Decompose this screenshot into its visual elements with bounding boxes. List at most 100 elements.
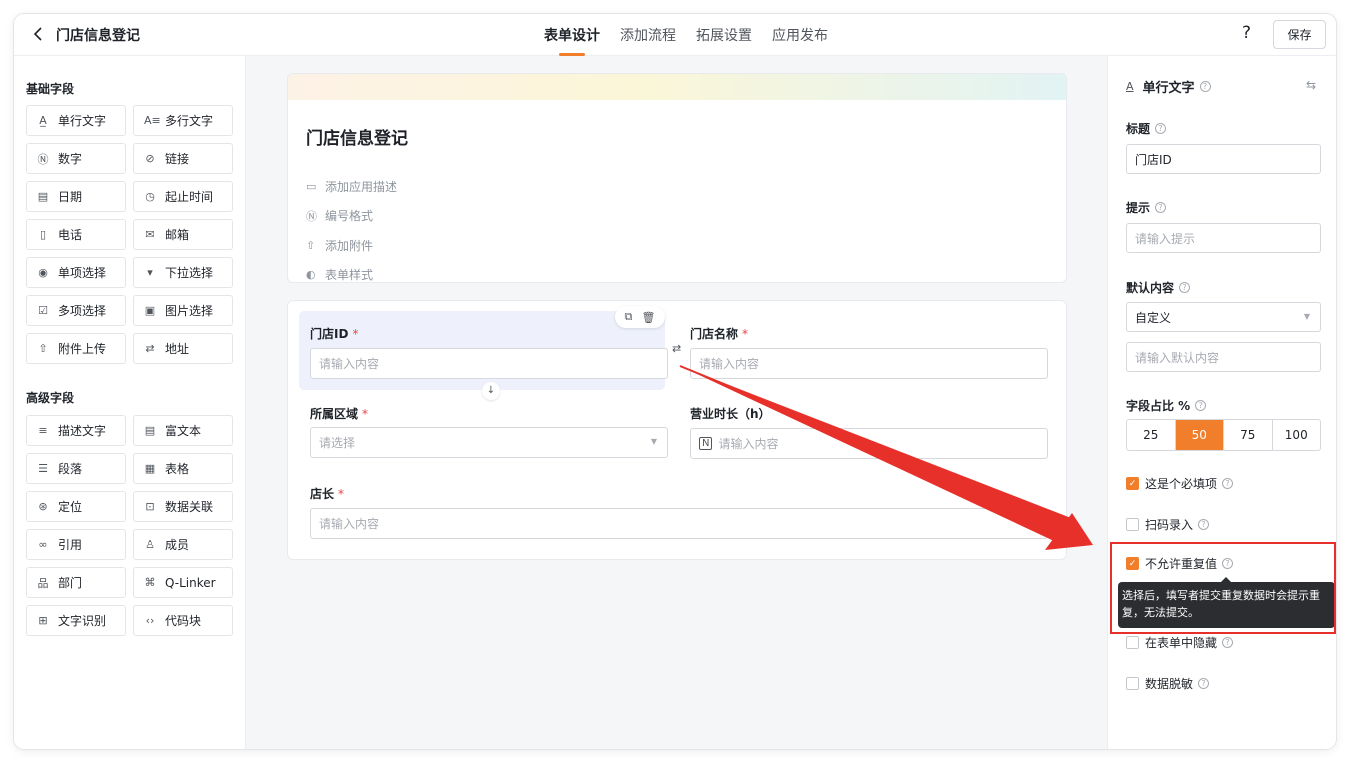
single-line-text-icon: A̲ (39, 114, 47, 127)
question-icon[interactable]: ? (1155, 123, 1167, 134)
palette-field-item[interactable]: ⊡ 数据关联 (133, 491, 233, 522)
delete-icon[interactable]: 🗑 (641, 311, 655, 324)
member-icon: ♙ (145, 538, 155, 551)
back-icon[interactable] (30, 25, 48, 43)
hours-input[interactable]: N 请输入内容 (690, 428, 1048, 459)
store-id-input[interactable]: 请输入内容 (310, 348, 668, 379)
palette-field-item[interactable]: ▤ 日期 (26, 181, 126, 212)
palette-field-item[interactable]: ◉ 单项选择 (26, 257, 126, 288)
tab-app-publish[interactable]: 应用发布 (762, 14, 838, 56)
copy-icon[interactable]: ⧉ (625, 310, 633, 324)
question-icon[interactable]: ? (1222, 478, 1234, 489)
palette-field-label: 表格 (165, 462, 190, 476)
tab-extend-settings[interactable]: 拓展设置 (686, 14, 762, 56)
palette-field-label: 定位 (58, 500, 83, 514)
palette-field-item[interactable]: ⌘ Q-Linker (133, 567, 233, 598)
question-icon[interactable]: ? (1198, 519, 1210, 530)
palette-field-item[interactable]: ▦ 表格 (133, 453, 233, 484)
reference-icon: ∞ (38, 538, 48, 551)
store-name-label: 门店名称 * (690, 327, 749, 341)
ratio-option-50[interactable]: 50 (1175, 420, 1224, 450)
palette-field-item[interactable]: ⊛ 定位 (26, 491, 126, 522)
title-label: 标题? (1126, 120, 1167, 137)
move-down-icon[interactable]: ↓ (482, 382, 500, 400)
palette-field-item[interactable]: ∞ 引用 (26, 529, 126, 560)
switch-type-icon[interactable]: ⇆ (1306, 78, 1316, 92)
palette-field-item[interactable]: ☑ 多项选择 (26, 295, 126, 326)
default-value-input[interactable]: 请输入默认内容 (1126, 342, 1321, 372)
question-icon[interactable]: ? (1195, 400, 1207, 411)
question-icon[interactable]: ? (1198, 678, 1210, 689)
palette-field-item[interactable]: ♙ 成员 (133, 529, 233, 560)
ocr-icon: ⊞ (38, 614, 48, 627)
data-masking-checkbox[interactable]: 数据脱敏? (1126, 675, 1210, 692)
palette-field-item[interactable]: ◷ 起止时间 (133, 181, 233, 212)
department-icon: 品 (37, 576, 49, 590)
ratio-option-75[interactable]: 75 (1224, 420, 1273, 450)
palette-field-item[interactable]: A̲ 单行文字 (26, 105, 126, 136)
field-palette: 基础字段 A̲ 单行文字 A≡ 多行文字 Ⓝ 数字 ⊘ 链接 ▤ 日期 ◷ 起止时间 ▯ 电话 ✉ 邮箱 ◉ 单项… (14, 56, 246, 749)
ratio-option-100[interactable]: 100 (1273, 420, 1321, 450)
number-format-option[interactable]: Ⓝ 编号格式 (306, 207, 373, 224)
add-description-option[interactable]: ▭ 添加应用描述 (306, 178, 397, 195)
palette-field-item[interactable]: ☰ 段落 (26, 453, 126, 484)
scan-input-checkbox[interactable]: 扫码录入? (1126, 516, 1210, 533)
question-icon[interactable]: ? (1179, 282, 1191, 293)
option-label: 编号格式 (325, 209, 374, 223)
palette-field-item[interactable]: ▣ 图片选择 (133, 295, 233, 326)
palette-field-item[interactable]: ≡ 描述文字 (26, 415, 126, 446)
required-checkbox[interactable]: ✓ 这是个必填项? (1126, 475, 1234, 492)
form-style-option[interactable]: ◐ 表单样式 (306, 266, 374, 282)
single-line-text-icon: A (1126, 80, 1134, 93)
palette-field-item[interactable]: ▤ 富文本 (133, 415, 233, 446)
palette-field-label: 邮箱 (165, 228, 190, 242)
option-label: 添加应用描述 (325, 180, 398, 194)
hint-input[interactable]: 请输入提示 (1126, 223, 1321, 253)
store-name-input[interactable]: 请输入内容 (690, 348, 1048, 379)
palette-field-label: 数字 (58, 152, 83, 166)
palette-field-label: 成员 (165, 538, 190, 552)
tab-add-process[interactable]: 添加流程 (610, 14, 686, 56)
palette-field-label: 下拉选择 (165, 266, 214, 280)
option-label: 表单样式 (325, 268, 374, 282)
advanced-fields-grid: ≡ 描述文字 ▤ 富文本 ☰ 段落 ▦ 表格 ⊛ 定位 ⊡ 数据关联 ∞ 引用 ♙ 成员品部门 ⌘ Q-Linke… (26, 415, 236, 636)
palette-field-item[interactable]: 品部门 (26, 567, 126, 598)
hint-label: 提示? (1126, 199, 1167, 216)
save-button[interactable]: 保存 (1273, 20, 1326, 49)
palette-field-item[interactable]: ▾ 下拉选择 (133, 257, 233, 288)
palette-field-item[interactable]: A≡ 多行文字 (133, 105, 233, 136)
palette-field-item[interactable]: Ⓝ 数字 (26, 143, 126, 174)
manager-input[interactable]: 请输入内容 (310, 508, 1048, 539)
form-canvas: 门店信息登记 ▭ 添加应用描述 Ⓝ 编号格式 ⇧ 添加附件 ◐ 表单样式 ⧉ 🗑 门店I… (246, 56, 1106, 749)
palette-field-item[interactable]: ⇄ 地址 (133, 333, 233, 364)
ratio-label: 字段占比 %? (1126, 397, 1207, 414)
number-format-icon: Ⓝ (306, 209, 317, 223)
palette-field-item[interactable]: ▯ 电话 (26, 219, 126, 250)
palette-field-item[interactable]: ⊘ 链接 (133, 143, 233, 174)
title-input[interactable]: 门店ID (1126, 144, 1321, 174)
question-icon[interactable]: ? (1155, 202, 1167, 213)
add-attachment-option[interactable]: ⇧ 添加附件 (306, 237, 373, 254)
field-properties-panel: A 单行文字? ⇆ 标题? 门店ID 提示? 请输入提示 默认内容? 自定义 ▼ 请… (1107, 56, 1336, 749)
palette-field-item[interactable]: ⊞ 文字识别 (26, 605, 126, 636)
swap-icon[interactable]: ⇄ (672, 342, 681, 355)
palette-field-item[interactable]: ⇧ 附件上传 (26, 333, 126, 364)
checkbox-icon (1126, 518, 1139, 531)
placeholder: 请选择 (319, 436, 356, 450)
palette-field-item[interactable]: ‹› 代码块 (133, 605, 233, 636)
hide-in-form-checkbox[interactable]: 在表单中隐藏? (1126, 634, 1234, 651)
palette-field-label: 多行文字 (165, 114, 214, 128)
palette-field-label: 代码块 (165, 614, 202, 628)
ratio-option-25[interactable]: 25 (1127, 420, 1176, 450)
location-icon: ⊛ (38, 500, 48, 513)
region-select[interactable]: 请选择 ▼ (310, 427, 668, 458)
radio-icon: ◉ (38, 266, 48, 279)
tab-form-design[interactable]: 表单设计 (534, 14, 610, 56)
help-icon[interactable]: ? (1242, 23, 1251, 43)
form-title[interactable]: 门店信息登记 (306, 124, 408, 149)
question-icon[interactable]: ? (1199, 81, 1211, 92)
question-icon[interactable]: ? (1222, 637, 1234, 648)
image-select-icon: ▣ (144, 304, 156, 317)
default-type-select[interactable]: 自定义 ▼ (1126, 302, 1321, 332)
palette-field-item[interactable]: ✉ 邮箱 (133, 219, 233, 250)
